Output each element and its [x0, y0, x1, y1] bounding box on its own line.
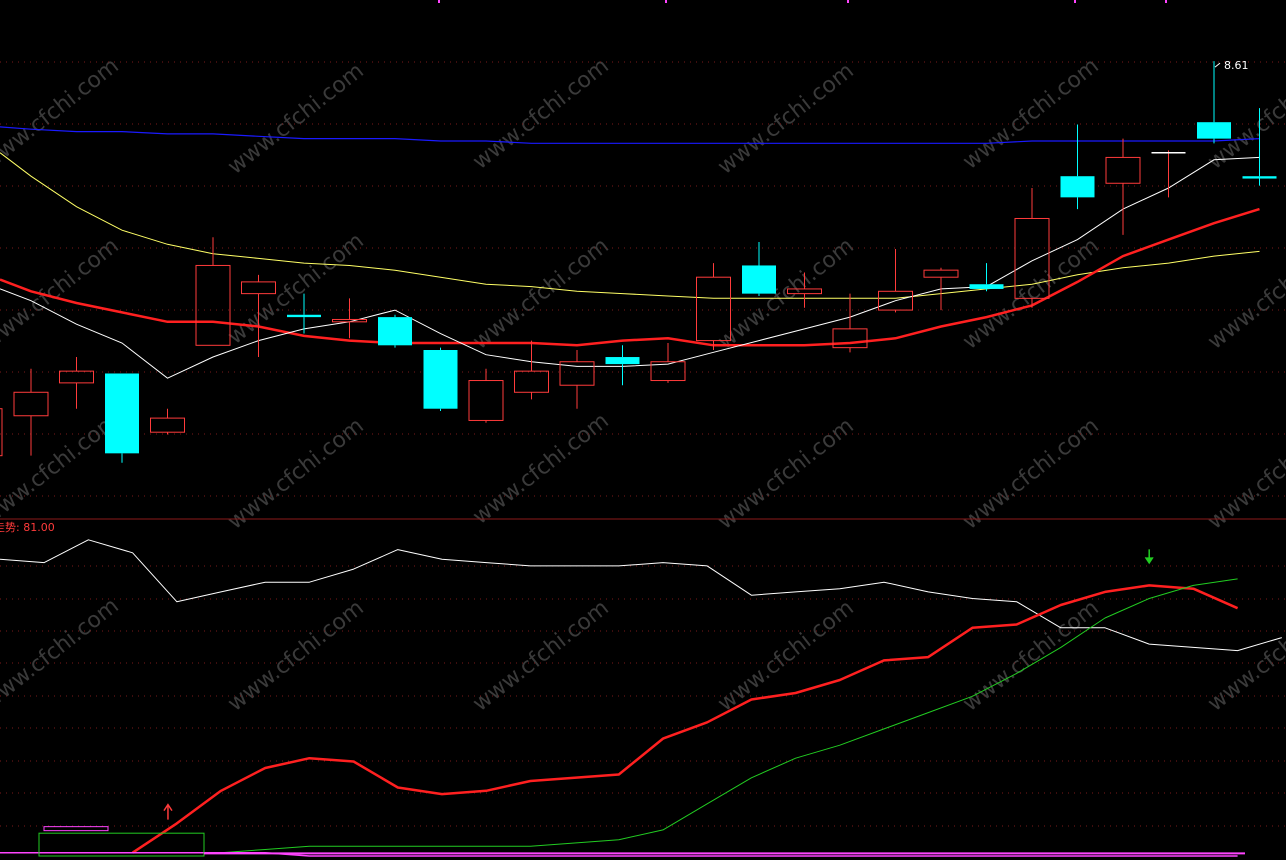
max-price-label: 8.61 [1224, 59, 1249, 72]
candle [923, 267, 959, 311]
candle-body [378, 317, 412, 346]
max-price-pointer [1214, 62, 1221, 68]
watermark-text: www.cfchi.com [0, 53, 124, 174]
candle [59, 357, 94, 409]
watermark-text: www.cfchi.com [713, 413, 858, 534]
top-tick [1074, 0, 1076, 3]
candle [742, 241, 776, 296]
watermark-text: www.cfchi.com [223, 413, 368, 534]
candle [1105, 138, 1141, 235]
candle [878, 249, 913, 313]
signal-down-arrow-icon [1144, 549, 1154, 565]
candle [378, 314, 412, 348]
candle [514, 340, 549, 400]
candle-body [13, 391, 49, 417]
watermark-text: www.cfchi.com [1203, 413, 1286, 534]
candle [105, 373, 139, 463]
candle-body [287, 314, 321, 318]
top-tick [438, 0, 440, 3]
top-tick [1165, 0, 1167, 3]
candle-body [514, 370, 549, 393]
candle [969, 263, 1004, 292]
candle-body [605, 357, 640, 365]
candle [650, 342, 686, 383]
watermark-text: www.cfchi.com [713, 233, 858, 354]
candle [559, 350, 595, 409]
candle-body [742, 265, 776, 294]
watermark-text: www.cfchi.com [468, 233, 613, 354]
watermark-text: www.cfchi.com [223, 58, 368, 179]
indicator-lines [0, 539, 1282, 857]
watermark-text: www.cfchi.com [223, 228, 368, 349]
indicator-title: 走势: 81.00 [0, 521, 55, 534]
candle-body [1060, 176, 1095, 198]
candle-body [969, 284, 1004, 289]
candle-partial [0, 408, 3, 457]
ma-long-line [0, 152, 1260, 299]
candle [1197, 61, 1231, 144]
watermark-text: www.cfchi.com [1203, 233, 1286, 354]
watermark-text: www.cfchi.com [958, 233, 1103, 354]
candle [150, 408, 185, 435]
candle-body [1197, 122, 1231, 139]
watermark-text: www.cfchi.com [468, 53, 613, 174]
candle-body [241, 281, 276, 295]
candle-body [468, 380, 504, 421]
signal-up-arrow-icon [163, 803, 173, 820]
candle [13, 368, 49, 456]
top-tick [847, 0, 849, 3]
top-tick [665, 0, 667, 3]
watermark-text: www.cfchi.com [958, 595, 1103, 716]
candle [1151, 150, 1186, 198]
watermark-text: www.cfchi.com [468, 408, 613, 529]
candle-body [150, 417, 185, 433]
ma-longest-line [0, 126, 1260, 144]
candle-body [1242, 176, 1277, 179]
candle-body [105, 373, 139, 454]
candle [1060, 124, 1095, 210]
watermark-text: www.cfchi.com [958, 53, 1103, 174]
watermark-text: www.cfchi.com [1203, 595, 1286, 716]
watermark-text: www.cfchi.com [0, 593, 124, 714]
candle-body [923, 269, 959, 278]
candle-body [332, 318, 367, 323]
stock-chart: www.cfchi.com www.cfchi.com www.cfchi.com w… [0, 0, 1286, 857]
candle [605, 345, 640, 386]
candle-body [1105, 156, 1141, 184]
watermark-text: www.cfchi.com [713, 58, 858, 179]
watermark-text: www.cfchi.com [713, 595, 858, 716]
watermarks: www.cfchi.com www.cfchi.com www.cfchi.com w… [0, 53, 1286, 716]
arrow-head [1144, 557, 1154, 565]
indicator-bar [43, 826, 109, 832]
grid [0, 0, 1286, 827]
watermark-text: www.cfchi.com [958, 413, 1103, 534]
candle [468, 368, 504, 423]
candle-body [423, 350, 458, 409]
candle [423, 347, 458, 412]
candle-body [59, 370, 94, 384]
watermark-text: www.cfchi.com [223, 595, 368, 716]
watermark-text: www.cfchi.com [468, 595, 613, 716]
